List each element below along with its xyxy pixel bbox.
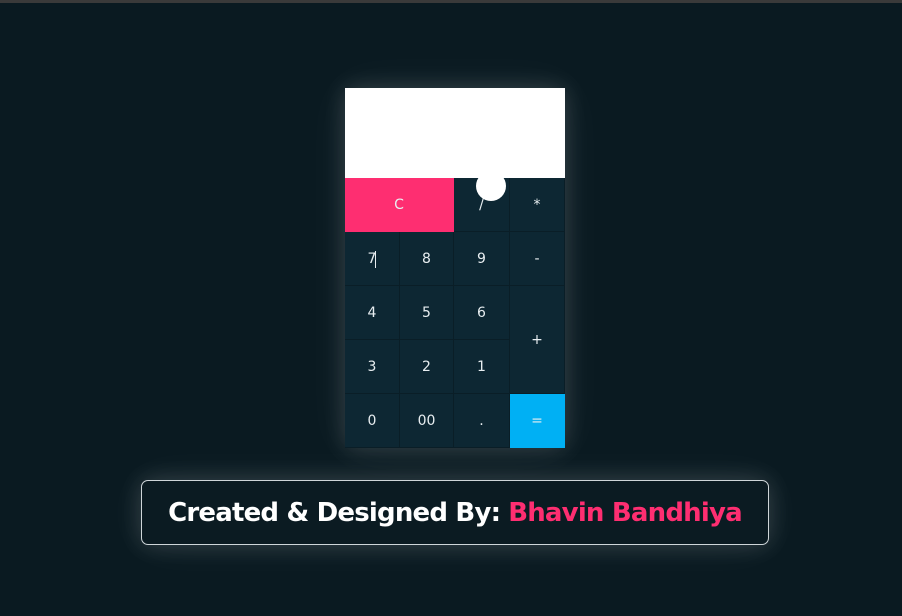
one-button[interactable]: 1 — [454, 340, 510, 394]
double-zero-button[interactable]: 00 — [400, 394, 454, 448]
decimal-button[interactable]: . — [454, 394, 510, 448]
multiply-button[interactable]: * — [510, 178, 565, 232]
author-name: Bhavin Bandhiya — [508, 497, 743, 528]
seven-button[interactable]: 7 — [345, 232, 400, 286]
credit-label: Created & Designed By: — [168, 497, 501, 528]
eight-button[interactable]: 8 — [400, 232, 454, 286]
window-top-bar — [0, 0, 902, 3]
text-caret — [375, 251, 376, 268]
nine-button[interactable]: 9 — [454, 232, 510, 286]
divide-button[interactable]: / — [454, 178, 510, 232]
equals-button[interactable]: = — [510, 394, 565, 448]
credit-banner: Created & Designed By: Bhavin Bandhiya — [141, 480, 769, 545]
four-button[interactable]: 4 — [345, 286, 400, 340]
zero-button[interactable]: 0 — [345, 394, 400, 448]
calculator: C / * 7 8 9 - 4 5 6 + 3 2 1 0 00 . = — [345, 88, 565, 448]
calculator-display[interactable] — [345, 88, 565, 178]
minus-button[interactable]: - — [510, 232, 565, 286]
three-button[interactable]: 3 — [345, 340, 400, 394]
plus-button[interactable]: + — [510, 286, 565, 394]
five-button[interactable]: 5 — [400, 286, 454, 340]
clear-button[interactable]: C — [345, 178, 454, 232]
six-button[interactable]: 6 — [454, 286, 510, 340]
two-button[interactable]: 2 — [400, 340, 454, 394]
